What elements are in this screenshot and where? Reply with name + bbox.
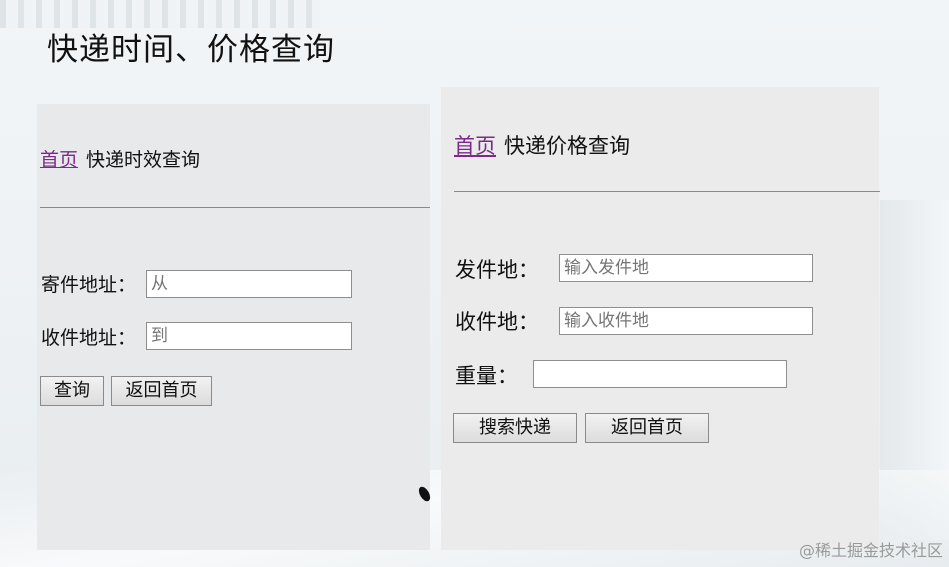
- sender-address-label: 寄件地址：: [41, 274, 137, 296]
- breadcrumb: 首页 快递时效查询: [40, 145, 200, 172]
- breadcrumb-home-link[interactable]: 首页: [40, 149, 78, 171]
- query-button[interactable]: 查询: [40, 376, 104, 406]
- receiver-address-label: 收件地址：: [41, 327, 137, 349]
- sender-address-input[interactable]: [146, 270, 352, 298]
- back-home-button[interactable]: 返回首页: [111, 376, 212, 406]
- origin-input[interactable]: [559, 254, 813, 282]
- breadcrumb-current: 快递价格查询: [504, 134, 630, 158]
- watermark: @稀土掘金技术社区: [798, 541, 943, 560]
- destination-label: 收件地：: [455, 310, 539, 334]
- breadcrumb-current: 快递时效查询: [86, 149, 201, 171]
- breadcrumb: 首页 快递价格查询: [454, 130, 630, 160]
- origin-label: 发件地：: [455, 258, 539, 282]
- divider: [454, 191, 880, 192]
- weight-input[interactable]: [533, 360, 787, 388]
- receiver-address-input[interactable]: [146, 322, 352, 350]
- back-home-button[interactable]: 返回首页: [585, 413, 709, 443]
- destination-input[interactable]: [559, 307, 813, 335]
- breadcrumb-home-link[interactable]: 首页: [454, 134, 496, 158]
- search-delivery-button[interactable]: 搜索快递: [453, 413, 577, 443]
- page-title: 快递时间、价格查询: [47, 32, 335, 68]
- divider: [40, 207, 430, 208]
- weight-label: 重量：: [455, 364, 518, 388]
